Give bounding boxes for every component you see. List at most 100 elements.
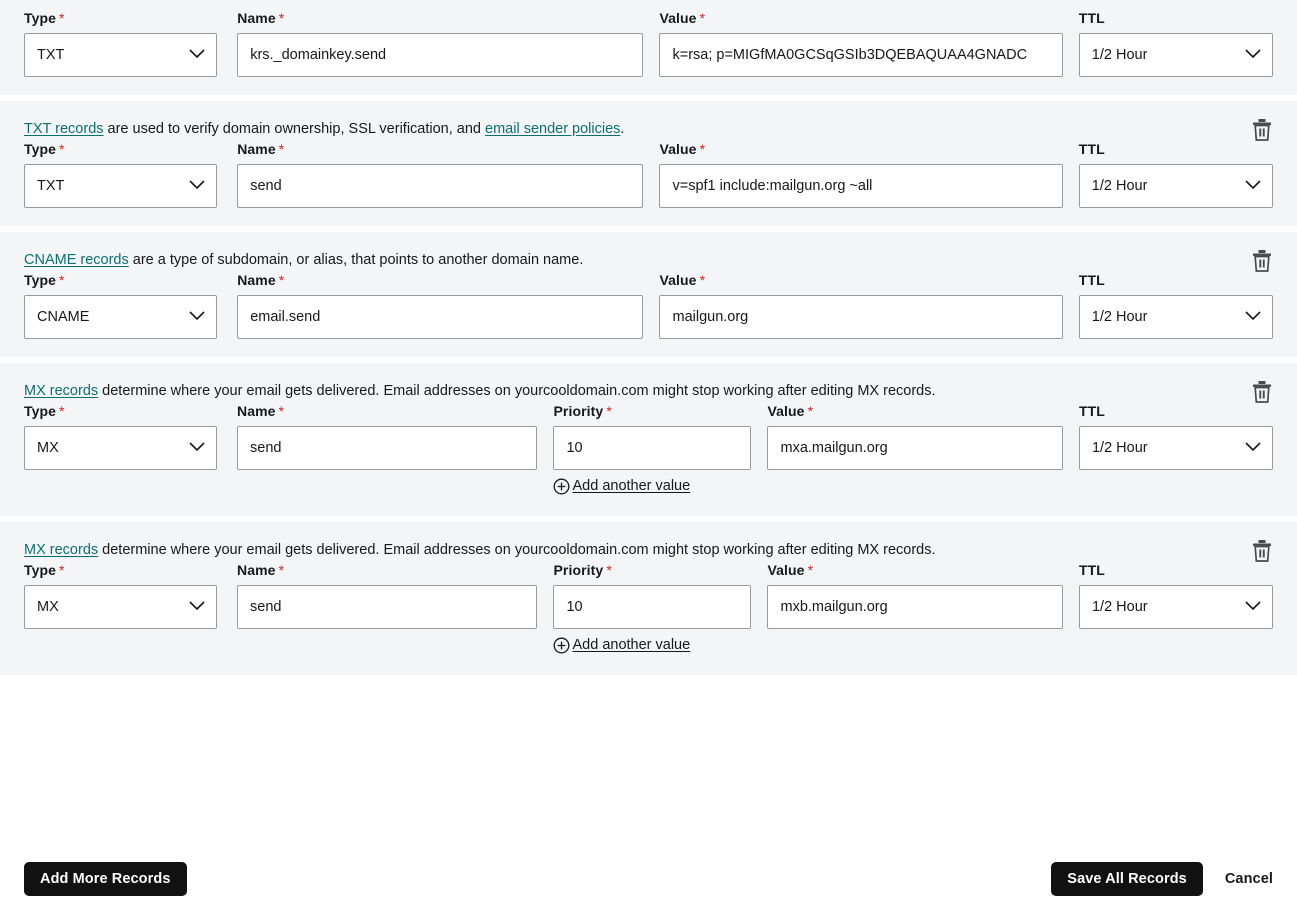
value-input[interactable]: k=rsa; p=MIGfMA0GCSqGSIb3DQEBAQUAA4GNADC bbox=[659, 33, 1062, 77]
field-label-priority: Priority* bbox=[553, 403, 751, 419]
field-label-name: Name* bbox=[237, 403, 537, 419]
field-label-priority: Priority* bbox=[553, 562, 751, 578]
label-text-priority: Priority bbox=[553, 403, 603, 419]
field-ttl: TTL 1/2 Hour bbox=[1079, 272, 1273, 339]
type-select-value: TXT bbox=[37, 47, 64, 63]
ttl-select[interactable]: 1/2 Hour bbox=[1079, 33, 1273, 77]
value-input-value: mailgun.org bbox=[672, 309, 748, 325]
ttl-select-value: 1/2 Hour bbox=[1092, 309, 1148, 325]
record-type-doc-link[interactable]: MX records bbox=[24, 542, 98, 558]
field-type: Type* TXT bbox=[24, 10, 217, 77]
name-input[interactable]: send bbox=[237, 585, 537, 629]
delete-record-button[interactable] bbox=[1245, 244, 1279, 278]
trash-icon bbox=[1251, 380, 1273, 404]
save-all-records-button[interactable]: Save All Records bbox=[1051, 862, 1203, 896]
name-input[interactable]: krs._domainkey.send bbox=[237, 33, 643, 77]
required-asterisk: * bbox=[279, 141, 285, 157]
record-fields-row: Type* MX Name* send Priority* 10 bbox=[24, 562, 1273, 663]
value-input[interactable]: mxb.mailgun.org bbox=[767, 585, 1063, 629]
field-label-name: Name* bbox=[237, 141, 643, 157]
type-select-value: MX bbox=[37, 440, 59, 456]
ttl-select-value: 1/2 Hour bbox=[1092, 599, 1148, 615]
field-ttl: TTL 1/2 Hour bbox=[1079, 141, 1273, 208]
add-another-value-label: Add another value bbox=[572, 637, 690, 653]
value-input[interactable]: mailgun.org bbox=[659, 295, 1062, 339]
delete-record-button[interactable] bbox=[1245, 375, 1279, 409]
record-type-doc-link[interactable]: TXT records bbox=[24, 121, 104, 137]
field-value: Value* k=rsa; p=MIGfMA0GCSqGSIb3DQEBAQUA… bbox=[659, 10, 1062, 77]
priority-input[interactable]: 10 bbox=[553, 426, 751, 470]
section-description-mid: determine where your email gets delivere… bbox=[98, 542, 935, 558]
label-text-type: Type bbox=[24, 272, 56, 288]
required-asterisk: * bbox=[808, 403, 814, 419]
trash-icon bbox=[1251, 249, 1273, 273]
field-label-name: Name* bbox=[237, 10, 643, 26]
add-another-value-row: Add another value bbox=[553, 635, 751, 655]
ttl-select[interactable]: 1/2 Hour bbox=[1079, 585, 1273, 629]
add-another-value-link[interactable]: Add another value bbox=[553, 478, 690, 495]
name-input-value: send bbox=[250, 178, 281, 194]
field-label-value: Value* bbox=[659, 141, 1062, 157]
field-label-name: Name* bbox=[237, 272, 643, 288]
record-section-mx-b: MX records determine where your email ge… bbox=[0, 522, 1297, 675]
field-label-type: Type* bbox=[24, 10, 217, 26]
required-asterisk: * bbox=[808, 562, 814, 578]
field-label-value: Value* bbox=[659, 10, 1062, 26]
value-input-value: mxb.mailgun.org bbox=[780, 599, 887, 615]
priority-input[interactable]: 10 bbox=[553, 585, 751, 629]
record-fields-row: Type* TXT Name* send Value* v=spf1 inclu… bbox=[24, 141, 1273, 216]
dns-records-list: Type* TXT Name* krs._domainkey.send Valu… bbox=[0, 0, 1297, 675]
record-type-doc-link[interactable]: MX records bbox=[24, 383, 98, 399]
type-select[interactable]: MX bbox=[24, 426, 217, 470]
type-select[interactable]: CNAME bbox=[24, 295, 217, 339]
field-label-type: Type* bbox=[24, 403, 217, 419]
field-label-type: Type* bbox=[24, 141, 217, 157]
label-text-value: Value bbox=[659, 141, 696, 157]
ttl-select[interactable]: 1/2 Hour bbox=[1079, 295, 1273, 339]
value-input[interactable]: v=spf1 include:mailgun.org ~all bbox=[659, 164, 1062, 208]
add-more-records-button[interactable]: Add More Records bbox=[24, 862, 187, 896]
label-text-value: Value bbox=[767, 562, 804, 578]
field-name: Name* send bbox=[237, 141, 643, 208]
ttl-select[interactable]: 1/2 Hour bbox=[1079, 426, 1273, 470]
label-text-name: Name bbox=[237, 141, 276, 157]
type-select[interactable]: MX bbox=[24, 585, 217, 629]
name-input[interactable]: send bbox=[237, 426, 537, 470]
record-section-mx-a: MX records determine where your email ge… bbox=[0, 363, 1297, 516]
email-sender-policies-link[interactable]: email sender policies bbox=[485, 121, 620, 137]
value-input-value: v=spf1 include:mailgun.org ~all bbox=[672, 178, 872, 194]
name-input[interactable]: email.send bbox=[237, 295, 643, 339]
add-another-value-link[interactable]: Add another value bbox=[553, 637, 690, 654]
ttl-select-value: 1/2 Hour bbox=[1092, 47, 1148, 63]
record-section-dkim-txt: Type* TXT Name* krs._domainkey.send Valu… bbox=[0, 0, 1297, 95]
required-asterisk: * bbox=[59, 272, 65, 288]
required-asterisk: * bbox=[700, 272, 706, 288]
section-description: CNAME records are a type of subdomain, o… bbox=[24, 232, 1273, 272]
type-select[interactable]: TXT bbox=[24, 164, 217, 208]
required-asterisk: * bbox=[279, 562, 285, 578]
plus-circle-icon bbox=[553, 478, 570, 495]
delete-record-button[interactable] bbox=[1245, 113, 1279, 147]
field-label-value: Value* bbox=[659, 272, 1062, 288]
delete-record-button[interactable] bbox=[1245, 534, 1279, 568]
ttl-select[interactable]: 1/2 Hour bbox=[1079, 164, 1273, 208]
record-fields-row: Type* MX Name* send Priority* 10 bbox=[24, 403, 1273, 504]
field-priority: Priority* 10 Add another value bbox=[553, 562, 751, 655]
add-another-value-row: Add another value bbox=[553, 476, 751, 496]
type-select[interactable]: TXT bbox=[24, 33, 217, 77]
required-asterisk: * bbox=[606, 403, 612, 419]
value-input[interactable]: mxa.mailgun.org bbox=[767, 426, 1063, 470]
section-description-mid: are a type of subdomain, or alias, that … bbox=[129, 252, 584, 268]
cancel-button[interactable]: Cancel bbox=[1225, 871, 1273, 887]
plus-circle-icon bbox=[553, 637, 570, 654]
chevron-down-icon bbox=[1245, 309, 1261, 325]
name-input[interactable]: send bbox=[237, 164, 643, 208]
record-type-doc-link[interactable]: CNAME records bbox=[24, 252, 129, 268]
field-type: Type* MX bbox=[24, 562, 217, 629]
section-description: TXT records are used to verify domain ow… bbox=[24, 101, 1273, 141]
chevron-down-icon bbox=[1245, 47, 1261, 63]
field-value: Value* mxa.mailgun.org bbox=[767, 403, 1063, 470]
section-description-tail: . bbox=[620, 121, 624, 137]
field-label-ttl: TTL bbox=[1079, 403, 1273, 419]
field-label-type: Type* bbox=[24, 272, 217, 288]
